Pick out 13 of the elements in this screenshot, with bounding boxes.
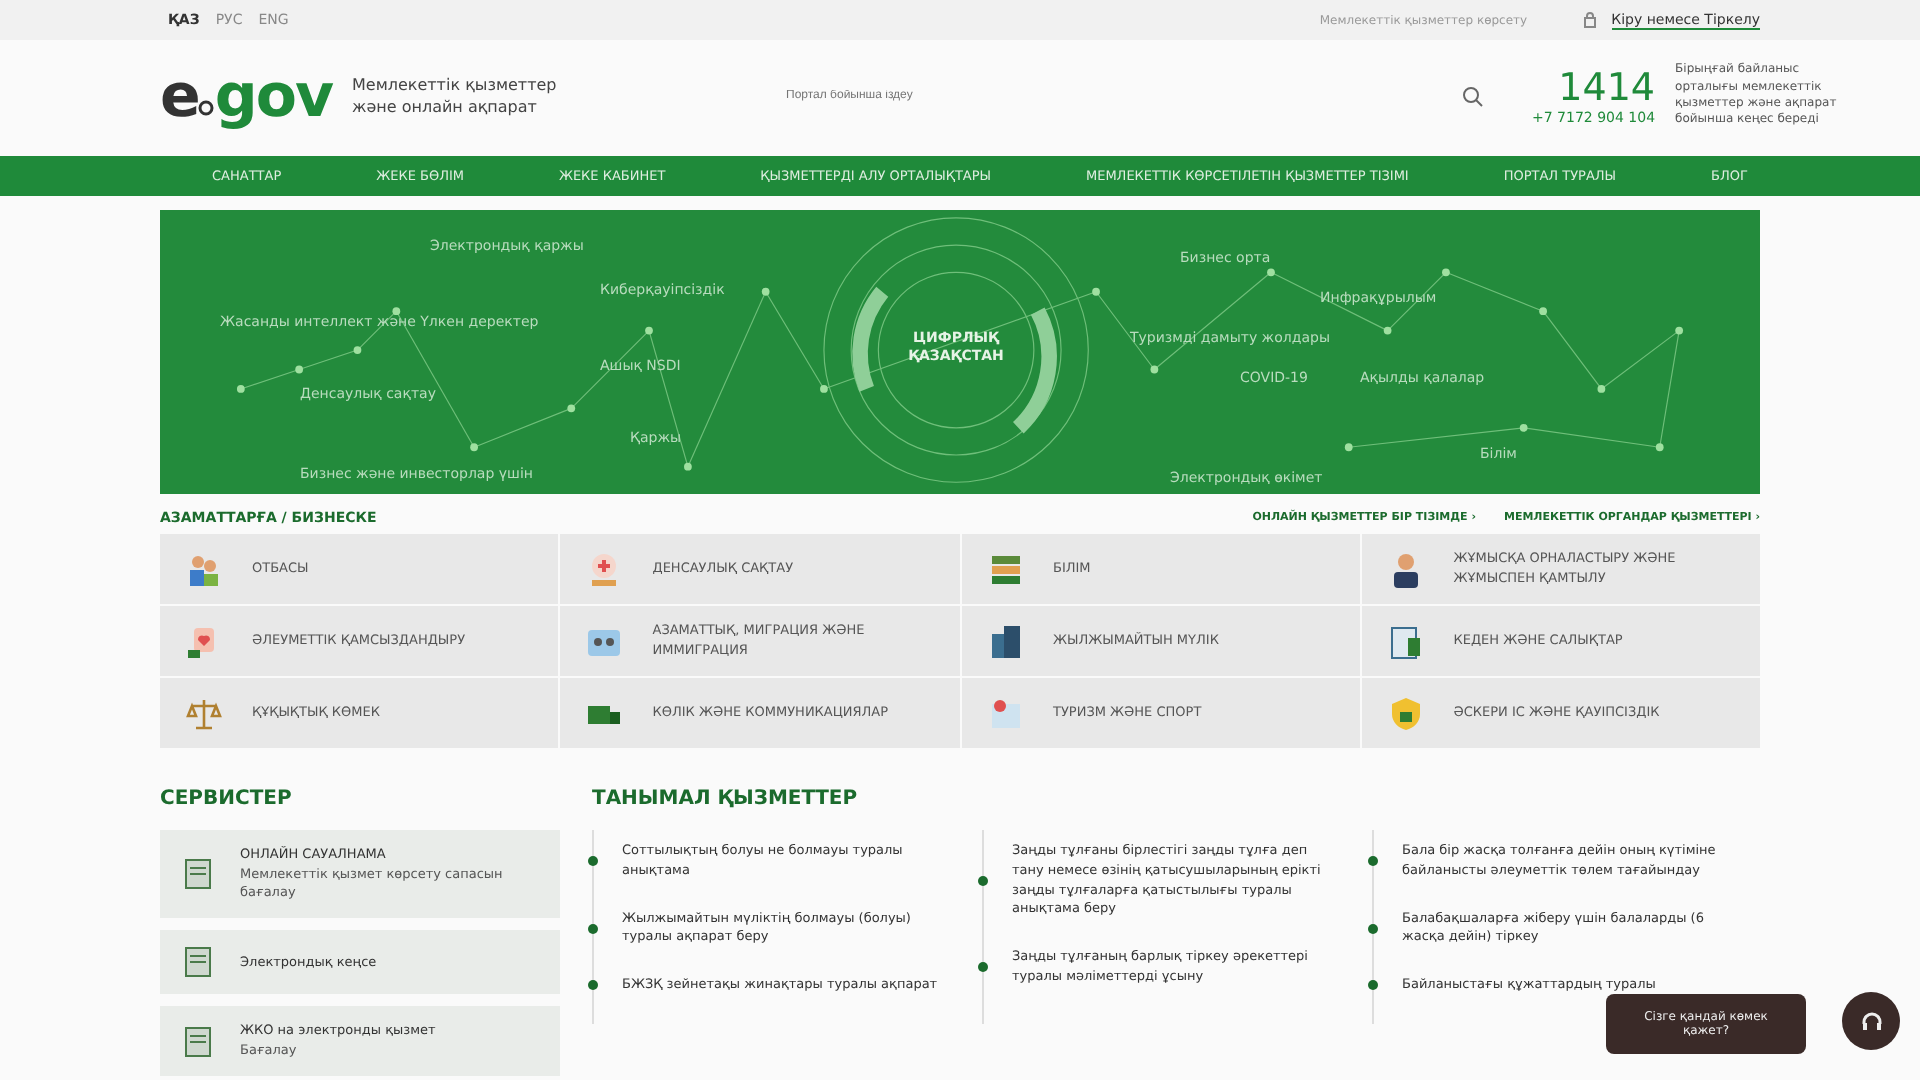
document-icon: [184, 1025, 212, 1058]
document-icon: [184, 858, 212, 891]
phone-number: 1414: [1558, 66, 1656, 110]
document-icon: [1385, 621, 1426, 661]
lock-icon: [1583, 12, 1596, 28]
chat-button[interactable]: [1842, 992, 1900, 1050]
tagline: Мемлекеттік қызметтер және онлайн ақпарат: [352, 73, 559, 119]
section-title: СЕРВИСТЕР: [160, 788, 294, 810]
search-icon[interactable]: [1462, 85, 1484, 107]
section-title: ТАНЫМАЛ ҚЫЗМЕТТЕР: [592, 788, 860, 810]
headset-icon: [1859, 1009, 1883, 1033]
egov-logo[interactable]: e gov: [160, 61, 332, 131]
document-icon: [184, 946, 212, 979]
